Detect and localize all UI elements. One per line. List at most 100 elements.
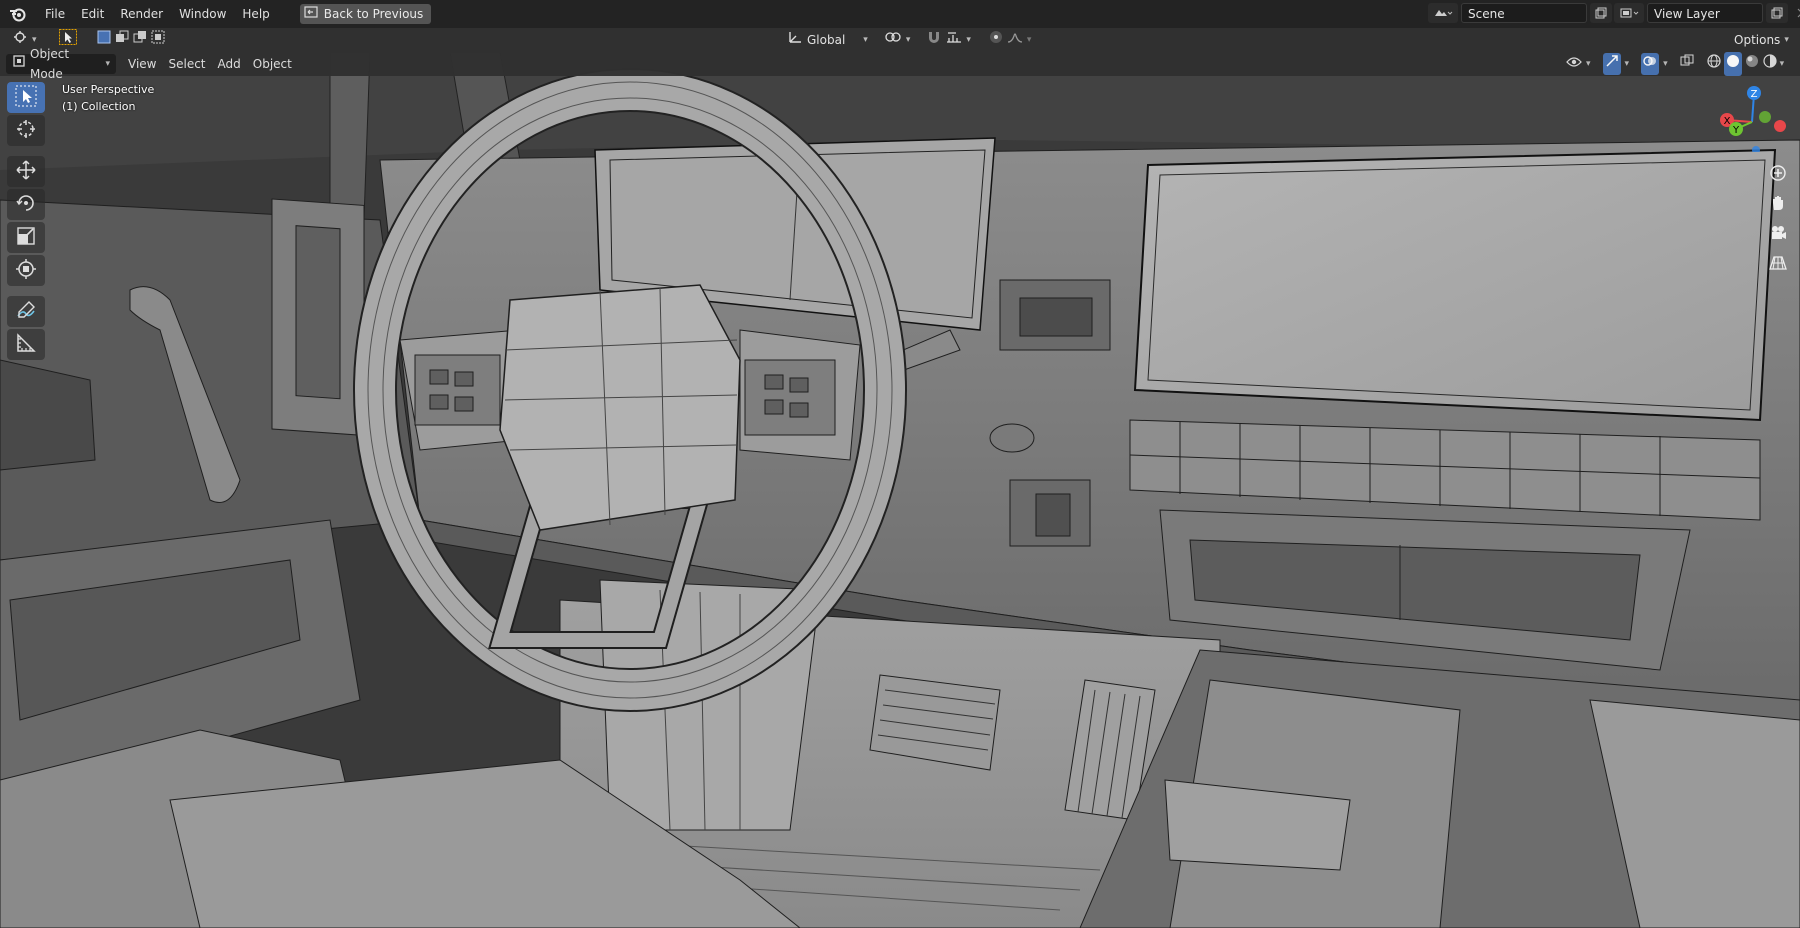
move-arrows-icon bbox=[15, 159, 37, 184]
overlays-toggle[interactable]: ▾ bbox=[1635, 53, 1674, 75]
snap-magnet-icon[interactable] bbox=[926, 30, 942, 50]
chevron-down-icon[interactable]: ▾ bbox=[1780, 54, 1785, 74]
3d-viewport[interactable]: User Perspective (1) Collection bbox=[0, 52, 1800, 928]
transform-orientation-value: Global bbox=[807, 33, 846, 47]
new-scene-button[interactable] bbox=[1590, 3, 1612, 23]
xray-icon bbox=[1680, 54, 1694, 74]
rotate-tool[interactable] bbox=[7, 189, 45, 220]
gizmo-neg-y-axis bbox=[1759, 111, 1771, 123]
annotate-tool[interactable] bbox=[7, 296, 45, 327]
camera-icon bbox=[1769, 224, 1787, 245]
back-to-previous-button[interactable]: Back to Previous bbox=[299, 4, 432, 24]
select-subtract-icon[interactable] bbox=[133, 30, 147, 50]
navigation-gizmo[interactable]: Z X Y bbox=[1710, 82, 1796, 154]
tool-settings-header: ▾ Global ▾ ▾ ▾ ▾ Options ▾ bbox=[0, 28, 1800, 52]
camera-view-button[interactable] bbox=[1764, 222, 1792, 246]
proportional-edit-icon[interactable] bbox=[989, 30, 1003, 50]
back-to-previous-label: Back to Previous bbox=[323, 7, 424, 21]
3d-viewport-editor-icon bbox=[12, 30, 28, 50]
mode-dropdown[interactable]: Object Mode ▾ bbox=[6, 47, 116, 81]
menu-add[interactable]: Add bbox=[212, 54, 247, 74]
pan-button[interactable] bbox=[1764, 192, 1792, 216]
orientation-axes-icon bbox=[787, 30, 803, 50]
transform-orientation-dropdown[interactable]: Global ▾ bbox=[781, 30, 874, 50]
menu-select[interactable]: Select bbox=[162, 54, 211, 74]
measure-ruler-icon bbox=[15, 332, 37, 357]
new-view-layer-button[interactable] bbox=[1766, 3, 1788, 23]
svg-text:Y: Y bbox=[1732, 125, 1740, 136]
snapping-controls: ▾ bbox=[920, 30, 977, 50]
falloff-curve-icon[interactable] bbox=[1007, 30, 1023, 50]
selection-mode-buttons bbox=[91, 30, 171, 50]
chevron-down-icon: ▾ bbox=[1784, 35, 1789, 45]
chevron-down-icon: ▾ bbox=[105, 59, 110, 69]
menu-view[interactable]: View bbox=[122, 54, 162, 74]
rendered-shading-icon[interactable] bbox=[1762, 53, 1778, 75]
viewport-header: Object Mode ▾ View Select Add Object ▾ ▾… bbox=[0, 47, 1800, 81]
gizmo-neg-x-axis bbox=[1774, 120, 1786, 132]
xray-toggle[interactable] bbox=[1674, 54, 1700, 74]
select-intersect-icon[interactable] bbox=[151, 30, 165, 50]
select-box-tool[interactable] bbox=[7, 82, 45, 113]
annotate-pencil-icon bbox=[15, 299, 37, 324]
material-preview-icon[interactable] bbox=[1744, 53, 1760, 75]
chevron-down-icon: ▾ bbox=[863, 35, 868, 45]
eye-icon bbox=[1566, 54, 1582, 74]
options-dropdown[interactable]: Options ▾ bbox=[1728, 30, 1795, 50]
snap-increment-icon[interactable] bbox=[946, 30, 962, 50]
object-mode-icon bbox=[12, 54, 26, 74]
gizmo-icon bbox=[1602, 53, 1621, 75]
chevron-down-icon[interactable]: ▾ bbox=[966, 30, 971, 50]
grid-perspective-icon bbox=[1769, 254, 1787, 275]
transform-tool[interactable] bbox=[7, 255, 45, 286]
scale-icon bbox=[15, 225, 37, 250]
blender-logo-icon[interactable] bbox=[7, 3, 29, 25]
view-layer-selector: View Layer bbox=[1614, 3, 1800, 23]
3d-cursor-icon bbox=[15, 118, 37, 143]
zoom-plus-icon bbox=[1769, 164, 1787, 185]
menu-window[interactable]: Window bbox=[171, 3, 234, 25]
viewport-perspective-label: User Perspective bbox=[62, 83, 155, 96]
pivot-point-dropdown[interactable]: ▾ bbox=[878, 30, 917, 50]
menu-edit[interactable]: Edit bbox=[73, 3, 112, 25]
gizmo-toggle[interactable]: ▾ bbox=[1597, 53, 1636, 75]
scene-selector: Scene bbox=[1428, 3, 1637, 23]
zoom-button[interactable] bbox=[1764, 162, 1792, 186]
scale-tool[interactable] bbox=[7, 222, 45, 253]
chevron-down-icon[interactable]: ▾ bbox=[1027, 30, 1032, 50]
tool-shelf bbox=[7, 82, 45, 360]
svg-text:Z: Z bbox=[1751, 89, 1758, 100]
chevron-down-icon: ▾ bbox=[1586, 59, 1591, 69]
cursor-tool[interactable] bbox=[7, 115, 45, 146]
menu-help[interactable]: Help bbox=[234, 3, 277, 25]
overlays-icon bbox=[1641, 53, 1660, 75]
hand-icon bbox=[1769, 194, 1787, 215]
car-interior-wireframe-render bbox=[0, 52, 1800, 928]
view-layer-browse-button[interactable] bbox=[1614, 3, 1644, 23]
menu-file[interactable]: File bbox=[37, 3, 73, 25]
solid-shading-icon[interactable] bbox=[1723, 52, 1742, 76]
visibility-dropdown[interactable]: ▾ bbox=[1560, 54, 1597, 74]
chevron-down-icon: ▾ bbox=[1663, 59, 1668, 69]
perspective-ortho-button[interactable] bbox=[1764, 252, 1792, 276]
chevron-down-icon: ▾ bbox=[905, 35, 911, 45]
svg-text:X: X bbox=[1724, 116, 1731, 127]
view-layer-name-field[interactable]: View Layer bbox=[1647, 3, 1763, 23]
menu-object[interactable]: Object bbox=[247, 54, 298, 74]
measure-tool[interactable] bbox=[7, 329, 45, 360]
delete-view-layer-button[interactable] bbox=[1791, 3, 1800, 23]
shading-mode-buttons: ▾ bbox=[1700, 52, 1791, 76]
wireframe-shading-icon[interactable] bbox=[1706, 53, 1722, 75]
scene-browse-button[interactable] bbox=[1428, 3, 1458, 23]
viewport-navigation-buttons bbox=[1764, 162, 1792, 276]
menu-render[interactable]: Render bbox=[112, 3, 171, 25]
mode-value: Object Mode bbox=[30, 47, 70, 81]
proportional-editing-controls: ▾ bbox=[983, 30, 1038, 50]
viewport-collection-label: (1) Collection bbox=[62, 100, 136, 113]
move-tool[interactable] bbox=[7, 156, 45, 187]
back-screen-icon bbox=[304, 4, 318, 24]
chevron-down-icon: ▾ bbox=[1624, 59, 1630, 69]
options-label: Options bbox=[1734, 33, 1781, 47]
select-extend-icon[interactable] bbox=[115, 30, 129, 50]
scene-name-field[interactable]: Scene bbox=[1461, 3, 1587, 23]
